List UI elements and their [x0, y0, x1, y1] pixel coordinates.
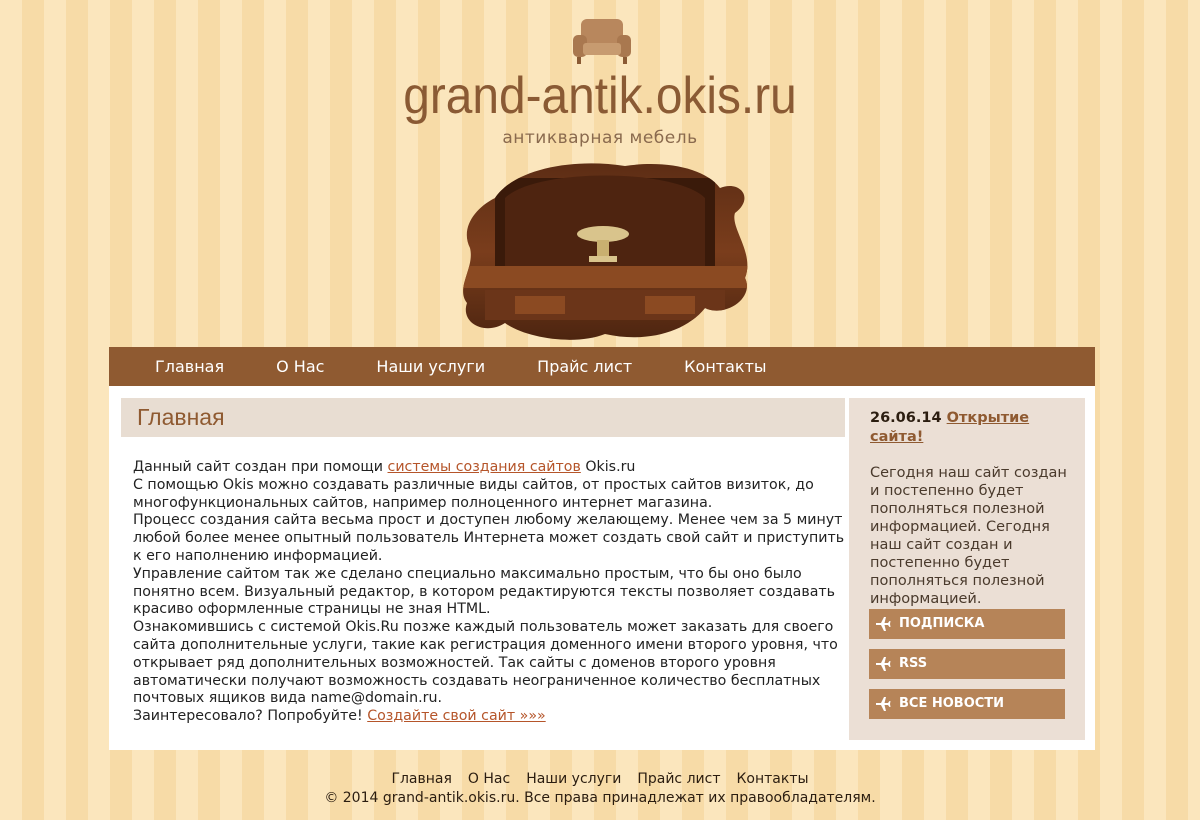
footer-nav: Главная О Нас Наши услуги Прайс лист Кон… — [0, 770, 1200, 789]
nav-item-pricelist[interactable]: Прайс лист — [511, 357, 658, 376]
main-text: Данный сайт создан при помощи системы со… — [133, 459, 845, 726]
paragraph: Ознакомившись с системой Okis.Ru позже к… — [133, 619, 838, 707]
copyright: © 2014 grand-antik.okis.ru. Все права пр… — [324, 790, 876, 806]
news-date: 26.06.14 — [870, 410, 942, 426]
all-news-label: ВСЕ НОВОСТИ — [899, 696, 1005, 711]
airplane-icon — [876, 617, 891, 631]
site-subtitle: антикварная мебель — [502, 128, 698, 148]
paragraph: С помощью Okis можно создавать различные… — [133, 476, 814, 511]
subscribe-button[interactable]: ПОДПИСКА — [869, 609, 1065, 639]
sidebar: 26.06.14 Открытие сайта! Сегодня наш сай… — [849, 398, 1085, 740]
text-segment: Заинтересовало? Попробуйте! — [133, 708, 368, 725]
site-title[interactable]: grand-antik.okis.ru — [48, 66, 1152, 126]
site-header: grand-antik.okis.ru антикварная мебель — [0, 0, 1200, 345]
footer-link-contacts[interactable]: Контакты — [736, 770, 808, 789]
rss-label: RSS — [899, 656, 928, 671]
page-title: Главная — [121, 398, 845, 437]
news-text: Сегодня наш сайт создан и постепенно буд… — [870, 465, 1067, 607]
nav-item-services[interactable]: Наши услуги — [350, 357, 511, 376]
footer-link-home[interactable]: Главная — [391, 770, 451, 789]
nav-item-contacts[interactable]: Контакты — [658, 357, 792, 376]
text-segment: Okis.ru — [580, 459, 636, 475]
hero-image — [463, 163, 748, 340]
paragraph: Управление сайтом так же сделано специал… — [133, 565, 836, 618]
paragraph: Процесс создания сайта весьма прост и до… — [133, 512, 845, 564]
news-header: 26.06.14 Открытие сайта! — [870, 409, 1070, 447]
main-nav: Главная О Нас Наши услуги Прайс лист Кон… — [109, 347, 1095, 386]
content-area: Главная Данный сайт создан при помощи си… — [109, 386, 1095, 750]
airplane-icon — [876, 697, 891, 711]
site-footer: Главная О Нас Наши услуги Прайс лист Кон… — [0, 770, 1200, 808]
airplane-icon — [876, 657, 891, 671]
footer-link-pricelist[interactable]: Прайс лист — [637, 770, 720, 789]
text-segment: Данный сайт создан при помощи — [133, 459, 388, 475]
footer-link-about[interactable]: О Нас — [468, 770, 510, 789]
sofa-icon — [573, 19, 631, 64]
nav-item-home[interactable]: Главная — [129, 357, 250, 376]
all-news-button[interactable]: ВСЕ НОВОСТИ — [869, 689, 1065, 719]
main-content: Главная Данный сайт создан при помощи си… — [121, 398, 845, 726]
footer-link-services[interactable]: Наши услуги — [526, 770, 621, 789]
create-site-link[interactable]: Создайте свой сайт »»» — [367, 708, 545, 724]
nav-item-about[interactable]: О Нас — [250, 357, 350, 376]
cms-link[interactable]: системы создания сайтов — [388, 459, 581, 475]
subscribe-label: ПОДПИСКА — [899, 616, 985, 631]
rss-button[interactable]: RSS — [869, 649, 1065, 679]
